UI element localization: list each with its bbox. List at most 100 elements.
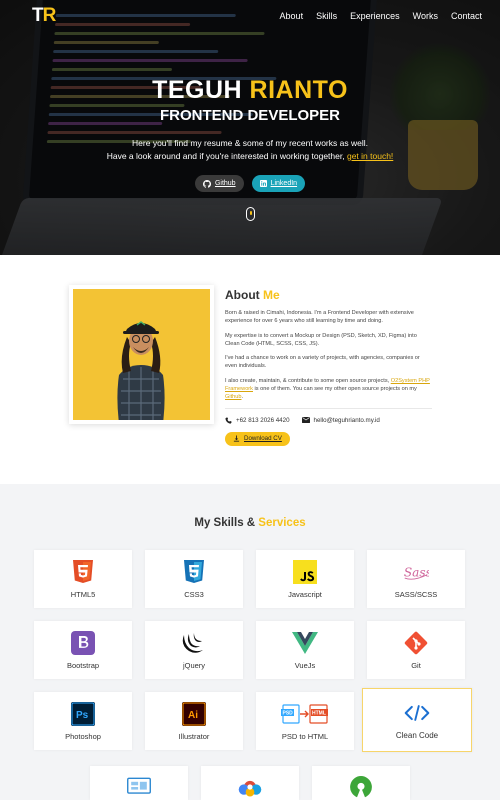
hero-intro-line2-text: Have a look around and if you're interes… bbox=[106, 151, 345, 161]
get-in-touch-link[interactable]: get in touch! bbox=[347, 151, 393, 161]
skill-card-css3[interactable]: CSS3 bbox=[145, 550, 243, 608]
skill-card-git[interactable]: Git bbox=[367, 621, 465, 679]
skill-card-vuejs[interactable]: VueJs bbox=[256, 621, 354, 679]
scroll-down-icon[interactable] bbox=[246, 207, 255, 221]
skill-card-photoshop[interactable]: Ps Photoshop bbox=[34, 692, 132, 750]
skills-title-prefix: My Skills & bbox=[194, 517, 256, 529]
skill-label: Photoshop bbox=[65, 731, 101, 741]
about-p4-text-b: is one of them. You can see my other ope… bbox=[254, 386, 417, 393]
skill-card-jquery[interactable]: jQuery bbox=[145, 621, 243, 679]
logo-letter-r: R bbox=[42, 5, 57, 26]
about-paragraph-1: Born & raised in Cimahi, Indonesia. I'm … bbox=[225, 310, 414, 325]
top-nav: TR About Skills Experiences Works Contac… bbox=[0, 0, 500, 32]
github-label: Github bbox=[214, 180, 236, 187]
illustrator-icon: Ai bbox=[182, 701, 206, 726]
about-title: About Me bbox=[225, 288, 432, 302]
skills-section: My Skills & Services HTML5 CSS3 Javascri… bbox=[0, 484, 500, 800]
github-icon bbox=[202, 179, 211, 188]
download-icon bbox=[233, 435, 240, 442]
git-icon bbox=[404, 631, 428, 654]
vuejs-icon bbox=[292, 631, 318, 654]
hero-intro-line1: Here you'll find my resume & some of my … bbox=[132, 138, 368, 148]
envelope-icon bbox=[301, 417, 310, 424]
browsers-icon bbox=[238, 780, 262, 797]
hero-intro-line2: Have a look around and if you're interes… bbox=[0, 150, 500, 163]
skill-card-bootstrap[interactable]: Bootstrap bbox=[34, 621, 132, 679]
skill-card-illustrator[interactable]: Ai Illustrator bbox=[145, 692, 243, 750]
skill-card-responsive[interactable] bbox=[90, 766, 188, 800]
github-profile-link[interactable]: Github bbox=[225, 394, 241, 400]
skill-card-open-source[interactable] bbox=[312, 766, 410, 800]
skill-label: Git bbox=[411, 660, 421, 670]
nav-link-works[interactable]: Works bbox=[413, 11, 438, 21]
skill-card-clean-code[interactable]: Clean Code bbox=[362, 688, 472, 752]
skill-label: HTML5 bbox=[70, 589, 96, 599]
skills-title-highlight: Services bbox=[258, 517, 306, 529]
sass-icon: Sass bbox=[404, 565, 429, 580]
bootstrap-icon bbox=[71, 630, 95, 655]
contact-info: +62 813 2026 4420 hello@teguhrianto.my.i… bbox=[225, 407, 432, 424]
skill-label: Illustrator bbox=[178, 731, 210, 741]
skill-label: VueJs bbox=[294, 660, 316, 670]
nav-link-experiences[interactable]: Experiences bbox=[350, 11, 400, 21]
linkedin-button[interactable]: LinkedIn bbox=[251, 175, 306, 192]
svg-text:HTML: HTML bbox=[312, 710, 326, 716]
skill-label: CSS3 bbox=[184, 589, 204, 599]
phone-icon bbox=[225, 417, 232, 424]
svg-text:Ai: Ai bbox=[188, 710, 198, 721]
linkedin-icon bbox=[259, 180, 267, 187]
skill-card-psd-to-html[interactable]: PSD HTML PSD to HTML bbox=[256, 692, 354, 750]
hero-content: TEGUH RIANTO FRONTEND DEVELOPER Here you… bbox=[0, 76, 500, 192]
photoshop-icon: Ps bbox=[71, 701, 95, 726]
phone-number: +62 813 2026 4420 bbox=[236, 416, 290, 424]
open-source-icon bbox=[350, 776, 372, 798]
about-paragraph-4: I also create, maintain, & contribute to… bbox=[225, 377, 432, 402]
nav-link-contact[interactable]: Contact bbox=[451, 11, 482, 21]
about-paragraph-2: My expertise is to convert a Mockup or D… bbox=[225, 332, 417, 347]
nav-link-skills[interactable]: Skills bbox=[316, 11, 337, 21]
hero-first-name: TEGUH bbox=[152, 76, 243, 104]
svg-text:Ps: Ps bbox=[76, 710, 89, 721]
skill-label: PSD to HTML bbox=[281, 731, 329, 741]
skill-card-sass[interactable]: Sass SASS/SCSS bbox=[367, 550, 465, 608]
about-title-highlight: Me bbox=[263, 288, 280, 302]
javascript-icon bbox=[293, 559, 317, 584]
about-paragraph-3: I've had a chance to work on a variety o… bbox=[225, 355, 420, 370]
skill-label: Clean Code bbox=[395, 730, 439, 740]
about-content: About Me Born & raised in Cimahi, Indone… bbox=[225, 288, 432, 447]
hero-intro: Here you'll find my resume & some of my … bbox=[0, 137, 500, 163]
css3-icon bbox=[184, 559, 204, 583]
skill-label: jQuery bbox=[182, 660, 206, 670]
email-address: hello@teguhrianto.my.id bbox=[313, 416, 380, 424]
site-logo[interactable]: TR bbox=[32, 5, 57, 27]
skill-card-cross-browser[interactable] bbox=[201, 766, 299, 800]
psd-to-html-icon: PSD HTML bbox=[281, 703, 328, 724]
hero-name: TEGUH RIANTO bbox=[0, 76, 500, 105]
nav-link-about[interactable]: About bbox=[280, 11, 304, 21]
skill-label: SASS/SCSS bbox=[394, 589, 438, 599]
about-title-prefix: About bbox=[225, 288, 260, 302]
hero-buttons: Github LinkedIn bbox=[0, 175, 500, 192]
logo-letter-t: T bbox=[32, 5, 44, 26]
monitor-icon bbox=[127, 777, 151, 794]
html5-icon bbox=[73, 559, 93, 583]
skill-card-javascript[interactable]: Javascript bbox=[256, 550, 354, 608]
svg-text:PSD: PSD bbox=[283, 710, 294, 716]
hero-role: FRONTEND DEVELOPER bbox=[159, 107, 340, 124]
skill-label: Bootstrap bbox=[66, 660, 100, 670]
skill-card-html5[interactable]: HTML5 bbox=[34, 550, 132, 608]
skill-label: Javascript bbox=[288, 589, 322, 599]
about-p4-text-a: I also create, maintain, & contribute to… bbox=[225, 377, 390, 384]
profile-photo bbox=[69, 285, 214, 424]
svg-text:Sass: Sass bbox=[404, 565, 429, 579]
skills-title: My Skills & Services bbox=[0, 517, 500, 529]
jquery-icon bbox=[182, 632, 203, 653]
hero-last-name: RIANTO bbox=[249, 76, 348, 104]
email-contact[interactable]: hello@teguhrianto.my.id bbox=[301, 416, 380, 424]
download-cv-label: Download CV bbox=[244, 435, 282, 443]
phone-contact[interactable]: +62 813 2026 4420 bbox=[225, 417, 290, 424]
about-p4-text-c: . bbox=[241, 394, 244, 401]
code-brackets-icon bbox=[404, 704, 430, 721]
github-button[interactable]: Github bbox=[194, 175, 244, 192]
download-cv-button[interactable]: Download CV bbox=[225, 431, 290, 446]
